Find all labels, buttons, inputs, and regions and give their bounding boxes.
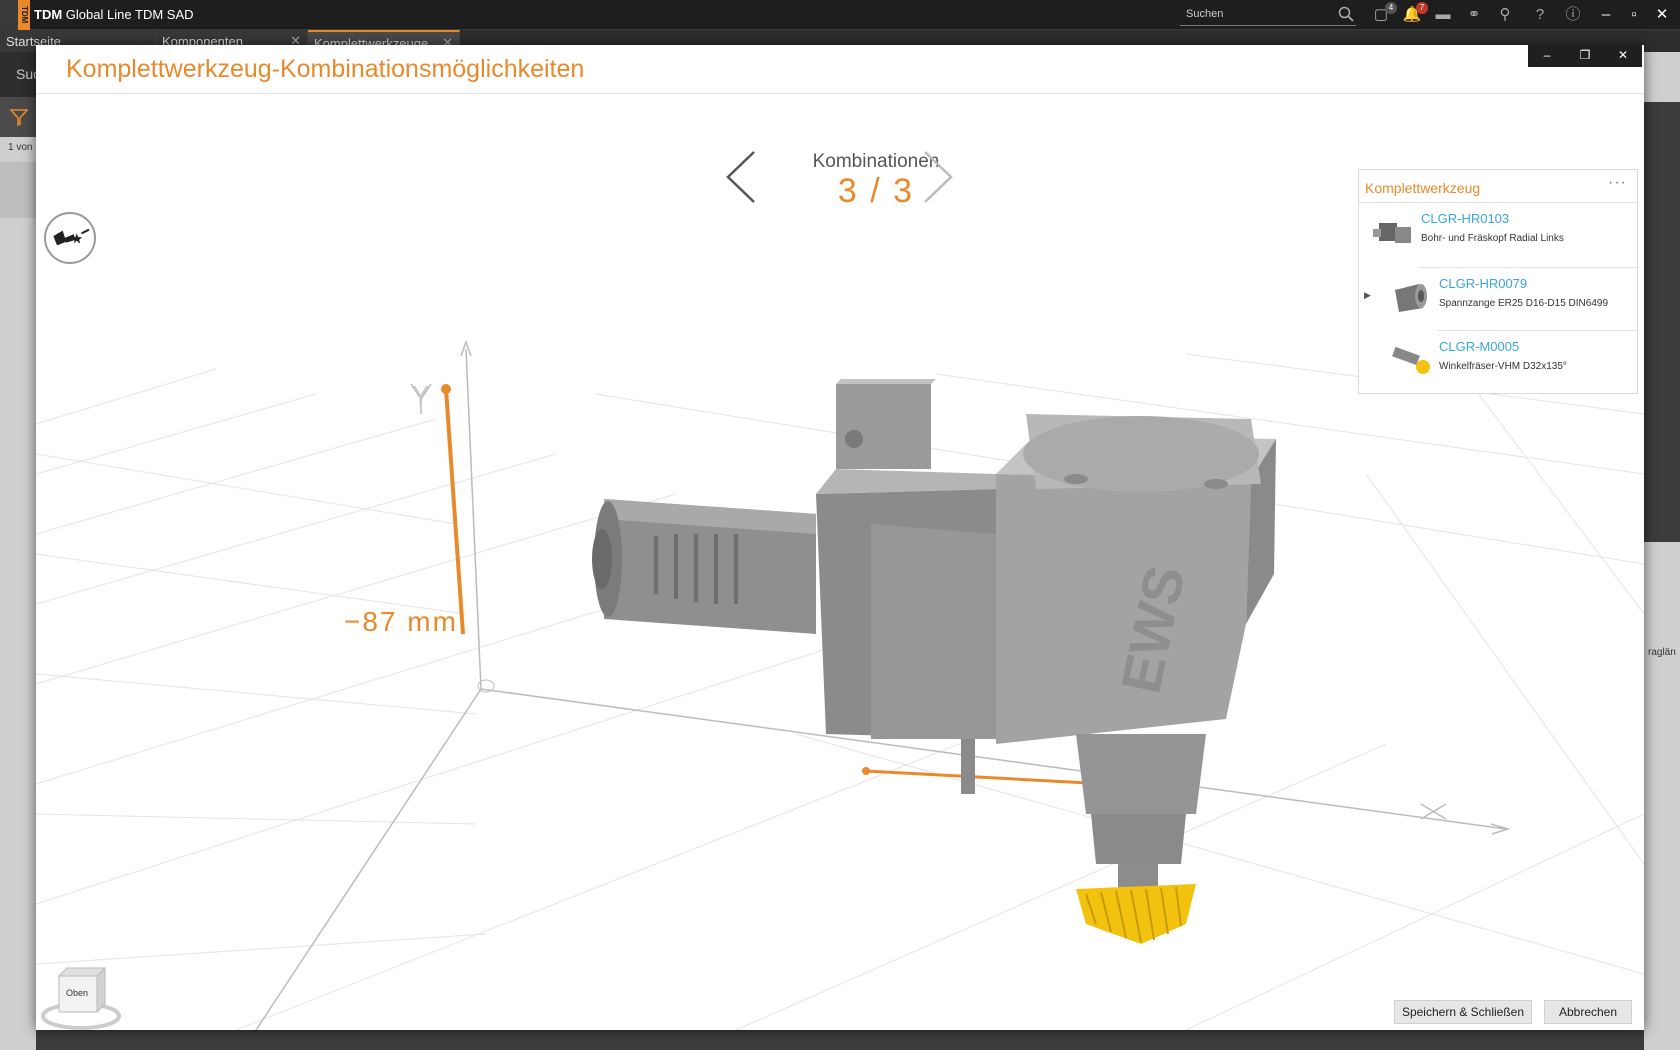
dialog-window-controls: – ❐ ✕ [1528,45,1642,67]
panel-title: Komplettwerkzeug [1365,180,1481,196]
save-and-close-button[interactable]: Speichern & Schließen [1394,1000,1532,1024]
search-placeholder: Suchen [1186,8,1224,20]
view-cube-label: Oben [66,988,89,998]
maximize-icon[interactable]: ▫ [1624,5,1644,25]
component-code[interactable]: CLGR-HR0103 [1421,211,1509,226]
network-icon[interactable]: ⚭ [1464,5,1484,25]
chevron-right-icon [924,151,953,203]
component-code[interactable]: CLGR-HR0079 [1439,276,1527,291]
collet-icon [1395,284,1427,312]
info-icon[interactable]: ⓘ [1563,5,1583,25]
background-left-panel: Suc 1 von [0,52,40,1050]
app-titlebar: TDM TDM Global Line TDM SAD Suchen ▢ 4 🔔 7… [0,0,1680,30]
filter-icon[interactable] [0,97,36,137]
axis-y-label: Y [412,380,429,410]
tool-assembly-model[interactable]: EWS [592,379,1276,944]
view-cube[interactable]: Oben [41,964,131,1030]
background-list-item [0,162,36,218]
combinations-dialog: – ❐ ✕ Komplettwerkzeug-Kombinationsmögli… [36,45,1644,1030]
minimize-icon[interactable]: – [1596,5,1616,25]
dialog-restore-icon[interactable]: ❐ [1566,48,1604,62]
component-item[interactable]: ▶ CLGR-HR0079 Spannzange ER25 D16-D15 DI… [1359,268,1637,330]
background-count: 1 von [8,142,33,153]
previous-combination-button[interactable] [724,150,758,204]
component-code[interactable]: CLGR-M0005 [1439,339,1519,354]
dialog-title: Komplettwerkzeug-Kombinationsmöglichkeit… [66,55,585,83]
help-icon[interactable]: ? [1530,5,1550,25]
chat-icon[interactable]: ▬ [1433,5,1453,25]
app-logo: TDM [0,0,30,30]
search-icon[interactable] [1338,6,1354,22]
background-right-label: raglän [1648,647,1676,658]
cancel-button[interactable]: Abbrechen [1544,1000,1632,1024]
dimension-y-line[interactable] [444,388,465,635]
dialog-close-icon[interactable]: ✕ [1604,48,1642,62]
component-description: Spannzange ER25 D16-D15 DIN6499 [1439,298,1608,309]
dialog-minimize-icon[interactable]: – [1528,48,1566,62]
component-item[interactable]: CLGR-M0005 Winkelfräser-VHM D32x135° [1359,331,1637,393]
close-icon[interactable]: ✕ [1652,5,1672,25]
dimension-x-line[interactable] [865,769,1107,786]
angle-cutter-icon [1392,346,1430,374]
complete-tool-panel: Komplettwerkzeug ··· CLGR-HR0103 Bohr- u… [1358,169,1638,394]
component-description: Winkelfräser-VHM D32x135° [1439,361,1567,372]
chevron-left-icon [726,151,755,203]
brand-bold: TDM [34,7,63,22]
user-icon[interactable]: ⚲ [1495,5,1515,25]
next-combination-button[interactable] [921,150,955,204]
notifications-badge: 7 [1416,2,1428,14]
component-description: Bohr- und Fräskopf Radial Links [1421,233,1564,244]
app-subtitle: TDM SAD [135,7,194,22]
tool-holder-icon [1373,223,1411,243]
brand-rest: Global Line [65,7,132,22]
expand-arrow-icon[interactable]: ▶ [1364,290,1371,301]
more-options-icon[interactable]: ··· [1608,174,1627,192]
tasks-badge: 4 [1385,2,1397,14]
background-right-panel: raglän [1644,52,1680,1050]
view-mode-button[interactable] [44,212,96,264]
app-title: TDM Global Line [34,7,132,22]
notifications-icon[interactable]: 🔔 7 [1402,2,1428,25]
dimension-y-label: −87 mm [344,606,458,637]
component-item[interactable]: CLGR-HR0103 Bohr- und Fräskopf Radial Li… [1359,203,1637,265]
tasks-icon[interactable]: ▢ 4 [1371,2,1397,25]
background-search: Suc [0,52,40,97]
tool-assembly-icon [53,228,90,246]
global-search-input[interactable]: Suchen [1180,4,1356,26]
3d-viewport[interactable]: Y −87 mm mm [36,94,1644,1030]
